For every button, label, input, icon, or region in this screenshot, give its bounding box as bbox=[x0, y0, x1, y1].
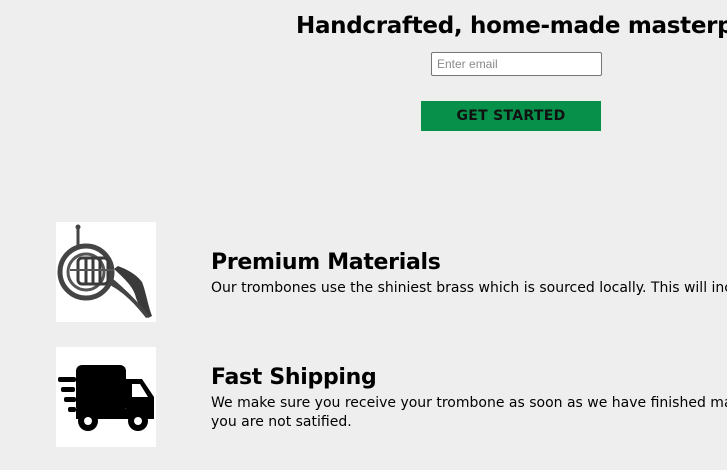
delivery-truck-icon bbox=[56, 347, 156, 447]
landing-page: Handcrafted, home-made masterpieces GET … bbox=[0, 0, 727, 470]
feature-title: Premium Materials bbox=[211, 250, 441, 275]
get-started-button[interactable]: GET STARTED bbox=[421, 101, 601, 131]
french-horn-icon bbox=[56, 222, 156, 322]
email-input[interactable] bbox=[431, 52, 602, 76]
feature-description: We make sure you receive your trombone a… bbox=[211, 395, 727, 430]
feature-title: Fast Shipping bbox=[211, 365, 377, 390]
hero-title: Handcrafted, home-made masterpieces bbox=[296, 13, 727, 39]
feature-description: Our trombones use the shiniest brass whi… bbox=[211, 280, 727, 296]
